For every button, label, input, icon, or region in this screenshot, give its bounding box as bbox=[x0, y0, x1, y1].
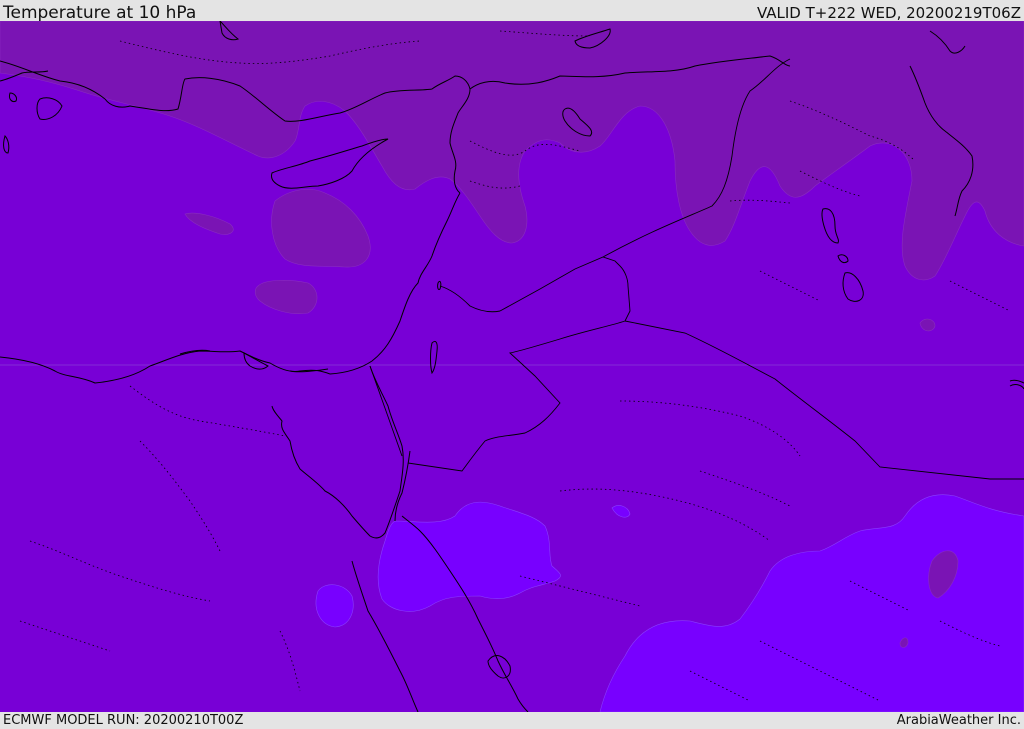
map-footer: ECMWF MODEL RUN: 20200210T00Z ArabiaWeat… bbox=[0, 712, 1024, 729]
map-canvas[interactable] bbox=[0, 21, 1024, 712]
temperature-map[interactable] bbox=[0, 21, 1024, 712]
map-title: Temperature at 10 hPa bbox=[3, 3, 197, 23]
valid-time-label: VALID T+222 WED, 20200219T06Z bbox=[756, 4, 1021, 22]
credit-label: ArabiaWeather Inc. bbox=[896, 713, 1021, 728]
model-run-label: ECMWF MODEL RUN: 20200210T00Z bbox=[3, 713, 244, 728]
map-header: Temperature at 10 hPa VALID T+222 WED, 2… bbox=[0, 0, 1024, 23]
